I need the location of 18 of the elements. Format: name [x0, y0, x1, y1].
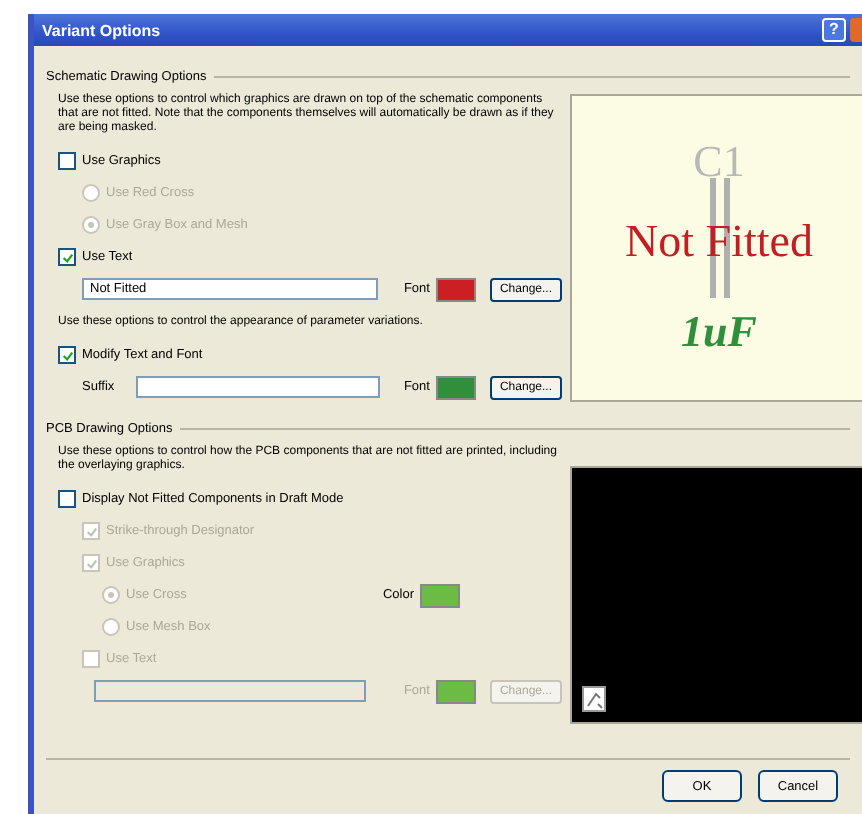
checkbox-box[interactable]: [58, 346, 76, 364]
color-swatch[interactable]: [420, 583, 460, 607]
window-title: Variant Options: [42, 21, 163, 39]
not-fitted-text: Not Fitted: [623, 216, 815, 268]
check-icon: [85, 525, 97, 537]
value-text: 1uF: [681, 306, 757, 358]
color-swatch[interactable]: [435, 277, 476, 301]
checkbox-box[interactable]: [58, 248, 76, 266]
check-icon: [85, 557, 97, 569]
check-icon: [61, 251, 73, 263]
tool-icon[interactable]: [582, 686, 606, 712]
help-button[interactable]: ?: [822, 18, 846, 42]
check-icon: [61, 349, 73, 361]
suffix-input-field[interactable]: [136, 376, 381, 398]
color-swatch[interactable]: [435, 375, 476, 399]
checkbox-box[interactable]: [58, 152, 76, 170]
checkbox-box[interactable]: [58, 490, 76, 508]
designator-text: C1: [693, 138, 745, 186]
